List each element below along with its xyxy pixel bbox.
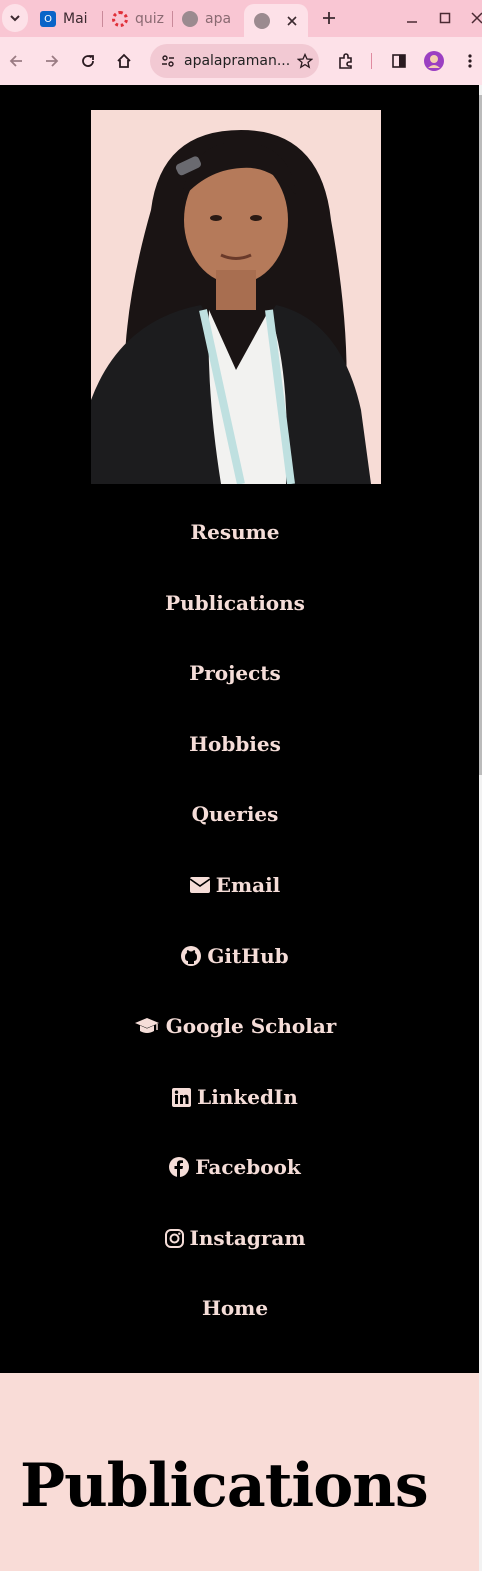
nav-link-label: Email bbox=[215, 873, 281, 897]
nav-link-home[interactable]: Home bbox=[0, 1293, 470, 1323]
close-tab-icon[interactable] bbox=[287, 15, 297, 26]
reload-button[interactable] bbox=[76, 49, 100, 73]
nav-link-linkedin[interactable]: LinkedIn bbox=[0, 1082, 470, 1112]
globe-icon bbox=[182, 11, 198, 27]
nav-link-queries[interactable]: Queries bbox=[0, 799, 470, 829]
kebab-menu-icon bbox=[468, 54, 472, 68]
plus-icon bbox=[323, 12, 335, 24]
extensions-button[interactable] bbox=[334, 49, 358, 73]
tab-separator bbox=[172, 11, 173, 27]
graduation-cap-icon bbox=[134, 1018, 159, 1033]
arrow-left-icon bbox=[9, 55, 22, 67]
nav-link-label: Projects bbox=[189, 661, 281, 685]
nav-link-google-scholar[interactable]: Google Scholar bbox=[0, 1011, 470, 1041]
nav-link-email[interactable]: Email bbox=[0, 870, 470, 900]
chevron-down-icon bbox=[10, 15, 20, 22]
arrow-right-icon bbox=[46, 55, 59, 67]
minimize-icon bbox=[407, 21, 417, 23]
linkedin-icon bbox=[172, 1087, 192, 1107]
new-tab-button[interactable] bbox=[319, 8, 339, 28]
tab-label: quiz bbox=[135, 11, 164, 27]
home-button[interactable] bbox=[112, 49, 136, 73]
nav-link-hobbies[interactable]: Hobbies bbox=[0, 729, 470, 759]
tab-label: apa bbox=[205, 11, 232, 27]
close-window-button[interactable] bbox=[467, 8, 482, 28]
quiz-icon bbox=[112, 11, 128, 27]
star-icon[interactable] bbox=[297, 53, 314, 69]
instagram-icon bbox=[164, 1228, 184, 1248]
nav-link-github[interactable]: GitHub bbox=[0, 941, 470, 971]
nav-link-label: GitHub bbox=[207, 944, 289, 968]
tab-label: Mai bbox=[63, 11, 88, 27]
menu-button[interactable] bbox=[458, 49, 482, 73]
nav-link-projects[interactable]: Projects bbox=[0, 658, 470, 688]
github-icon bbox=[181, 946, 202, 966]
toolbar-separator bbox=[371, 53, 372, 69]
nav-link-label: Queries bbox=[191, 802, 279, 826]
side-panel-button[interactable] bbox=[387, 49, 411, 73]
globe-icon bbox=[254, 12, 270, 29]
tab-quiz[interactable]: quiz bbox=[112, 5, 164, 33]
nav-link-label: Instagram bbox=[189, 1226, 306, 1250]
nav-link-label: Publications bbox=[165, 591, 305, 615]
page-title: Publications bbox=[20, 1451, 429, 1521]
back-button[interactable] bbox=[4, 49, 28, 73]
tab-separator bbox=[102, 11, 103, 27]
address-bar[interactable]: apalapraman... bbox=[150, 44, 319, 78]
maximize-icon bbox=[439, 12, 451, 24]
tab-outlook[interactable]: O Mai bbox=[40, 5, 98, 33]
nav-link-label: LinkedIn bbox=[197, 1085, 298, 1109]
nav-link-label: Resume bbox=[190, 520, 280, 544]
puzzle-icon bbox=[339, 53, 352, 69]
tab-search-button[interactable] bbox=[2, 4, 28, 32]
site-settings-icon[interactable] bbox=[160, 53, 176, 69]
home-icon bbox=[117, 53, 131, 68]
browser-tab-strip: O Mai quiz apa bbox=[0, 0, 482, 37]
nav-link-label: Home bbox=[201, 1296, 269, 1320]
nav-link-label: Hobbies bbox=[189, 732, 281, 756]
outlook-icon: O bbox=[40, 11, 56, 27]
url-text[interactable]: apalapraman... bbox=[184, 53, 290, 69]
nav-link-instagram[interactable]: Instagram bbox=[0, 1223, 470, 1253]
nav-link-resume[interactable]: Resume bbox=[0, 517, 470, 547]
profile-photo bbox=[91, 110, 381, 484]
nav-link-label: Google Scholar bbox=[165, 1014, 337, 1038]
minimize-button[interactable] bbox=[402, 8, 422, 28]
tab-active[interactable] bbox=[244, 4, 308, 37]
nav-link-facebook[interactable]: Facebook bbox=[0, 1152, 470, 1182]
nav-link-publications[interactable]: Publications bbox=[0, 588, 470, 618]
browser-toolbar: apalapraman... bbox=[0, 37, 482, 85]
maximize-button[interactable] bbox=[435, 8, 455, 28]
envelope-icon bbox=[189, 877, 210, 893]
tab-apa[interactable]: apa bbox=[182, 5, 236, 33]
close-icon bbox=[471, 12, 482, 24]
portrait-image bbox=[91, 110, 381, 484]
side-panel-icon bbox=[392, 54, 406, 68]
avatar bbox=[424, 51, 444, 71]
main-content: Publications bbox=[0, 1373, 479, 1571]
forward-button[interactable] bbox=[40, 49, 64, 73]
reload-icon bbox=[82, 55, 94, 67]
facebook-icon bbox=[169, 1157, 190, 1177]
nav-link-label: Facebook bbox=[195, 1155, 301, 1179]
profile-button[interactable] bbox=[422, 49, 446, 73]
